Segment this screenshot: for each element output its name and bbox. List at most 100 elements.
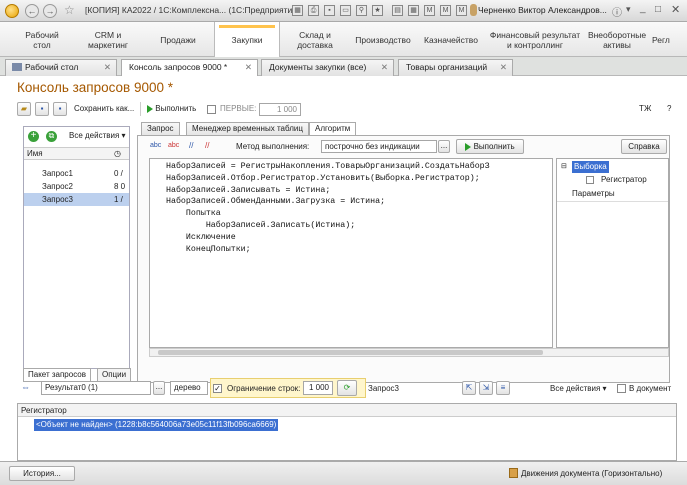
print-icon[interactable]: ⎙ — [308, 5, 319, 16]
app-logo-icon[interactable] — [5, 4, 19, 18]
tab-temp-tables[interactable]: Менеджер временных таблиц — [186, 122, 309, 135]
open-tab-purchase-docs[interactable]: Документы закупки (все) ✕ — [261, 59, 394, 76]
movements-icon — [509, 468, 518, 478]
info-icon[interactable]: ⓘ — [612, 4, 622, 19]
active-indicator — [219, 25, 275, 28]
expand-icon[interactable]: ⇱ — [462, 381, 476, 395]
first-value-input[interactable]: 1 000 — [259, 103, 301, 116]
link-icon[interactable]: ⚲ — [356, 5, 367, 16]
open-file-button[interactable]: ▰ — [17, 102, 31, 116]
close-icon[interactable]: ✕ — [500, 60, 507, 75]
execute-button[interactable]: Выполнить — [147, 104, 196, 113]
tab-algorithm[interactable]: Алгоритм — [309, 122, 357, 136]
abc-clear-icon[interactable]: abc — [168, 142, 179, 149]
uncomment-icon[interactable]: // — [205, 141, 209, 150]
all-actions-menu[interactable]: Все действия ▾ — [69, 131, 126, 140]
result-select-button[interactable]: ... — [153, 381, 165, 395]
grid-icon[interactable]: ▦ — [292, 5, 303, 16]
m-plus-icon[interactable]: M — [440, 5, 451, 16]
tree-child[interactable]: Регистратор — [601, 174, 647, 186]
section-desktop[interactable]: Рабочий стол — [12, 22, 72, 57]
m-minus-icon[interactable]: M — [456, 5, 467, 16]
tree-root[interactable]: Выборка — [572, 161, 609, 173]
save-as-button[interactable]: Сохранить как... — [74, 104, 134, 113]
execute-button-label: Выполнить — [155, 104, 197, 113]
star-icon[interactable]: ☆ — [64, 3, 75, 17]
in-document-checkbox[interactable] — [617, 384, 626, 393]
sections-panel: Рабочий стол CRM и маркетинг Продажи Зак… — [0, 22, 687, 57]
back-icon[interactable]: ← — [25, 4, 39, 18]
query-row[interactable]: Запрос1 0 / — [24, 167, 129, 180]
section-assets[interactable]: Внеоборотные активы — [586, 22, 648, 57]
refresh-button[interactable]: ⟳ — [337, 380, 357, 396]
export-icon[interactable]: ≡ — [496, 381, 510, 395]
row-limit-checkbox[interactable]: ✓ — [213, 384, 222, 393]
star-small-icon[interactable]: ★ — [372, 5, 383, 16]
doc-icon[interactable]: ▭ — [340, 5, 351, 16]
help-button[interactable]: Справка — [621, 139, 667, 154]
tree-child-checkbox[interactable] — [586, 176, 594, 184]
query-row-selected[interactable]: Запрос3 1 / — [24, 193, 129, 206]
tj-button[interactable]: ТЖ — [639, 104, 651, 113]
minimize-icon[interactable]: _ — [640, 3, 646, 14]
result-column-header: Регистратор — [18, 404, 676, 417]
open-tab-desktop[interactable]: Рабочий стол ✕ — [5, 59, 117, 76]
result-all-actions-menu[interactable]: Все действия ▾ — [550, 384, 607, 393]
history-button[interactable]: История... — [9, 466, 75, 481]
copy-query-icon[interactable]: ⧉ — [46, 131, 57, 142]
algorithm-code[interactable]: НаборЗаписей = РегистрыНакопления.Товары… — [150, 159, 552, 255]
tree-params[interactable]: Параметры — [572, 188, 615, 200]
menu-icon[interactable]: ▾ — [626, 4, 631, 15]
save-button[interactable]: ▪ — [35, 102, 49, 116]
code-editor[interactable]: НаборЗаписей = РегистрыНакопления.Товары… — [149, 158, 553, 348]
section-regl[interactable]: Регл — [652, 22, 687, 57]
first-checkbox[interactable] — [207, 105, 216, 114]
view-mode-select[interactable]: дерево — [170, 381, 208, 395]
result-row[interactable]: <Объект не найден> (1228:b8c564006a73e05… — [34, 419, 279, 431]
close-icon[interactable]: ✕ — [381, 60, 388, 75]
section-purchases[interactable]: Закупки — [214, 22, 280, 57]
tree-collapse-icon[interactable]: ⊟ — [561, 161, 567, 173]
forward-icon[interactable]: → — [43, 4, 57, 18]
section-label: Финансовый результат и контроллинг — [489, 29, 581, 50]
clock-icon: ◷ — [114, 149, 121, 158]
section-crm[interactable]: CRM и маркетинг — [78, 22, 138, 57]
algorithm-panel: abc abc // // Метод выполнения: построчн… — [137, 135, 670, 383]
section-production[interactable]: Производство — [350, 22, 416, 57]
section-treasury[interactable]: Казначейство — [420, 22, 482, 57]
abc-icon[interactable]: abc — [150, 142, 161, 149]
row-limit-input[interactable]: 1 000 — [303, 381, 333, 395]
close-icon[interactable]: ✕ — [104, 60, 111, 75]
close-icon[interactable]: ✕ — [245, 60, 252, 75]
save-disk-button[interactable]: ▪ — [53, 102, 67, 116]
method-select[interactable]: построчно без индикации — [321, 140, 437, 153]
save-icon[interactable]: ▪ — [324, 5, 335, 16]
result-nav-icon[interactable]: ⇔ — [21, 382, 30, 392]
maximize-icon[interactable]: □ — [655, 4, 661, 15]
add-query-icon[interactable]: + — [28, 131, 39, 142]
scrollbar-thumb[interactable] — [158, 350, 543, 355]
comment-icon[interactable]: // — [189, 141, 193, 150]
open-tab-goods[interactable]: Товары организаций ✕ — [398, 59, 513, 76]
section-warehouse[interactable]: Склад и доставка — [284, 22, 346, 57]
calc-icon[interactable]: ▤ — [392, 5, 403, 16]
result-select[interactable]: Результат0 (1) — [41, 381, 151, 395]
query-name: Запрос1 — [42, 169, 73, 178]
help-button[interactable]: ? — [667, 104, 671, 113]
movements-link[interactable]: Движения документа (Горизонтально) — [521, 469, 662, 478]
section-label: Рабочий стол — [25, 29, 59, 50]
calendar-icon[interactable]: ▦ — [408, 5, 419, 16]
window-titlebar: ← → ☆ [КОПИЯ] КА2022 / 1С:Комплексна... … — [0, 0, 687, 22]
horizontal-scrollbar[interactable] — [149, 348, 669, 357]
section-finance[interactable]: Финансовый результат и контроллинг — [486, 22, 584, 57]
open-tab-console[interactable]: Консоль запросов 9000 * ✕ — [121, 59, 258, 77]
user-name[interactable]: Черненко Виктор Александров... — [478, 5, 607, 15]
section-sales[interactable]: Продажи — [146, 22, 210, 57]
close-icon[interactable]: ✕ — [671, 3, 680, 16]
algorithm-execute-button[interactable]: Выполнить — [456, 139, 524, 154]
tab-query[interactable]: Запрос — [141, 122, 180, 135]
m-icon[interactable]: M — [424, 5, 435, 16]
method-select-button[interactable]: ... — [438, 140, 450, 153]
collapse-icon[interactable]: ⇲ — [479, 381, 493, 395]
query-row[interactable]: Запрос2 8 0 — [24, 180, 129, 193]
